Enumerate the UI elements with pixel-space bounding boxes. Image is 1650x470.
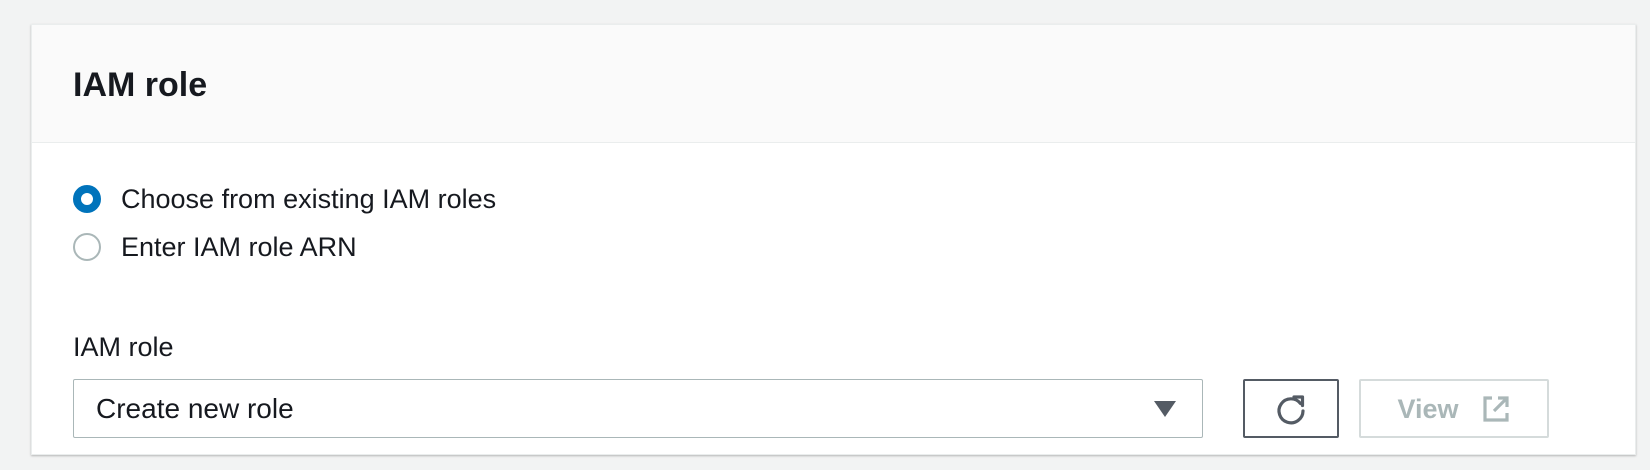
caret-down-icon	[1154, 401, 1176, 417]
iam-role-panel: IAM role Choose from existing IAM roles …	[31, 24, 1636, 455]
radio-button-enter-arn[interactable]	[73, 233, 101, 261]
iam-role-field-label: IAM role	[73, 332, 174, 362]
radio-button-existing-roles[interactable]	[73, 185, 101, 213]
radio-option-enter-arn[interactable]: Enter IAM role ARN	[73, 223, 496, 271]
view-button-label: View	[1397, 393, 1459, 424]
radio-option-existing-roles[interactable]: Choose from existing IAM roles	[73, 175, 496, 223]
radio-label-enter-arn: Enter IAM role ARN	[121, 232, 357, 262]
external-link-icon	[1481, 394, 1511, 424]
view-role-button[interactable]: View	[1359, 379, 1549, 438]
panel-title: IAM role	[73, 66, 208, 104]
refresh-button[interactable]	[1243, 379, 1339, 438]
radio-label-existing-roles: Choose from existing IAM roles	[121, 184, 497, 214]
refresh-icon	[1274, 392, 1308, 426]
iam-role-select-value: Create new role	[96, 393, 294, 424]
panel-header: IAM role	[32, 25, 1635, 143]
iam-role-select[interactable]: Create new role	[73, 379, 1203, 438]
iam-role-source-radio-group: Choose from existing IAM roles Enter IAM…	[73, 175, 496, 271]
